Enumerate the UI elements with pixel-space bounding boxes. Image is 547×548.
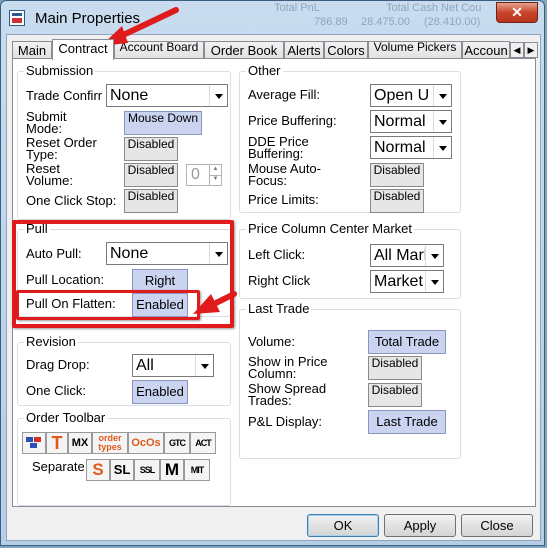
annotation-arrows — [101, 7, 237, 314]
tab-contract[interactable]: Contract — [52, 39, 114, 60]
arrow-to-pull-on-flatten — [193, 291, 237, 314]
